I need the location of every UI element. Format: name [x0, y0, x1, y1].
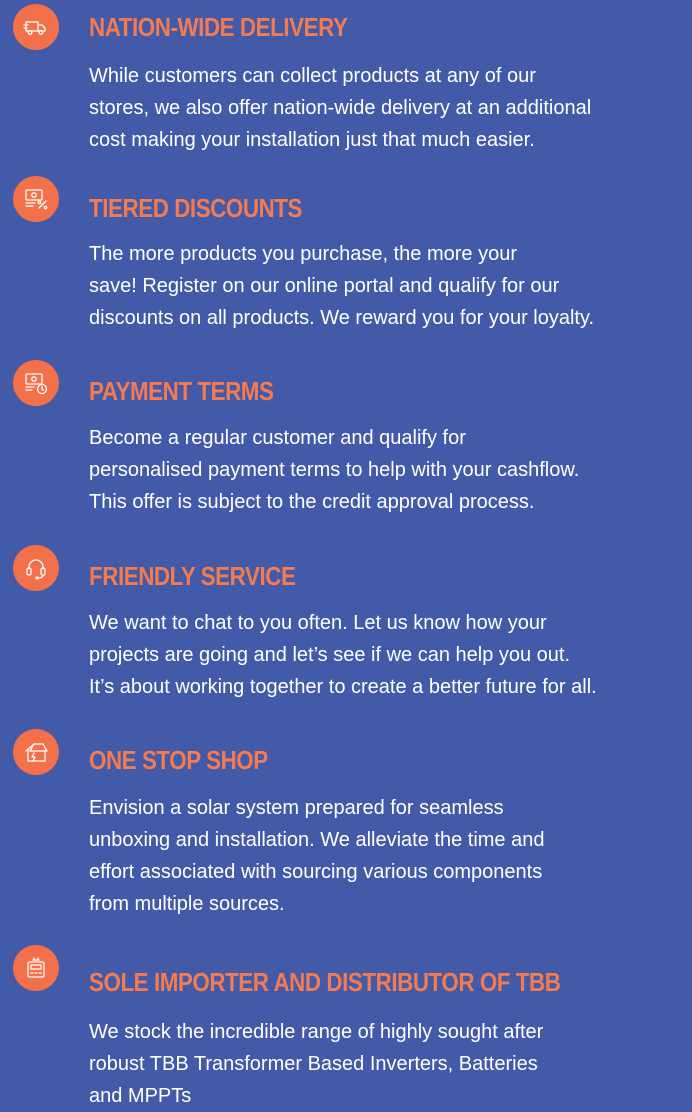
- description-line: projects are going and let’s see if we c…: [89, 644, 571, 666]
- discount-money-icon: [25, 189, 48, 210]
- description-line: We stock the incredible range of highly …: [89, 1021, 544, 1043]
- feature-icon-badge: [13, 945, 59, 991]
- delivery-truck-icon: [23, 21, 46, 35]
- feature-icon-badge: [13, 176, 59, 222]
- description-line: save! Register on our online portal and …: [89, 275, 560, 297]
- payment-clock-icon: [25, 373, 48, 395]
- description-line: effort associated with sourcing various …: [89, 861, 543, 883]
- feature-icon-badge: [13, 545, 59, 591]
- description-line: It’s about working together to create a …: [89, 676, 597, 698]
- description-line: discounts on all products. We reward you…: [89, 307, 595, 329]
- feature-description: The more products you purchase, the more…: [89, 238, 685, 334]
- description-line: robust TBB Transformer Based Inverters, …: [89, 1053, 538, 1075]
- feature-description: Become a regular customer and qualify fo…: [89, 422, 685, 518]
- description-line: from multiple sources.: [89, 893, 285, 915]
- feature-title: SOLE IMPORTER AND DISTRIBUTOR OF TBB: [89, 967, 561, 997]
- feature-title: FRIENDLY SERVICE: [89, 561, 296, 591]
- feature-title: ONE STOP SHOP: [89, 745, 268, 775]
- description-line: This offer is subject to the credit appr…: [89, 491, 535, 513]
- feature-description: While customers can collect products at …: [89, 60, 685, 156]
- feature-title: TIERED DISCOUNTS: [89, 193, 303, 223]
- feature-icon-badge: [13, 729, 59, 775]
- feature-title: PAYMENT TERMS: [89, 376, 274, 406]
- description-line: cost making your installation just that …: [89, 129, 535, 151]
- feature-description: Envision a solar system prepared for sea…: [89, 792, 685, 920]
- description-line: unboxing and installation. We alleviate …: [89, 829, 545, 851]
- description-line: stores, we also offer nation-wide delive…: [89, 97, 592, 119]
- feature-description: We stock the incredible range of highly …: [89, 1016, 685, 1112]
- solar-house-icon: [25, 743, 48, 762]
- description-line: Envision a solar system prepared for sea…: [89, 797, 504, 819]
- description-line: Become a regular customer and qualify fo…: [89, 427, 466, 449]
- description-line: and MPPTs: [89, 1085, 192, 1107]
- description-line: The more products you purchase, the more…: [89, 243, 517, 265]
- feature-icon-badge: [13, 4, 59, 50]
- description-line: While customers can collect products at …: [89, 65, 536, 87]
- feature-title: NATION-WIDE DELIVERY: [89, 12, 348, 42]
- headset-icon: [26, 559, 46, 580]
- feature-description: We want to chat to you often. Let us kno…: [89, 607, 685, 703]
- feature-icon-badge: [13, 360, 59, 406]
- inverter-icon: [27, 957, 45, 978]
- description-line: personalised payment terms to help with …: [89, 459, 580, 481]
- description-line: We want to chat to you often. Let us kno…: [89, 612, 547, 634]
